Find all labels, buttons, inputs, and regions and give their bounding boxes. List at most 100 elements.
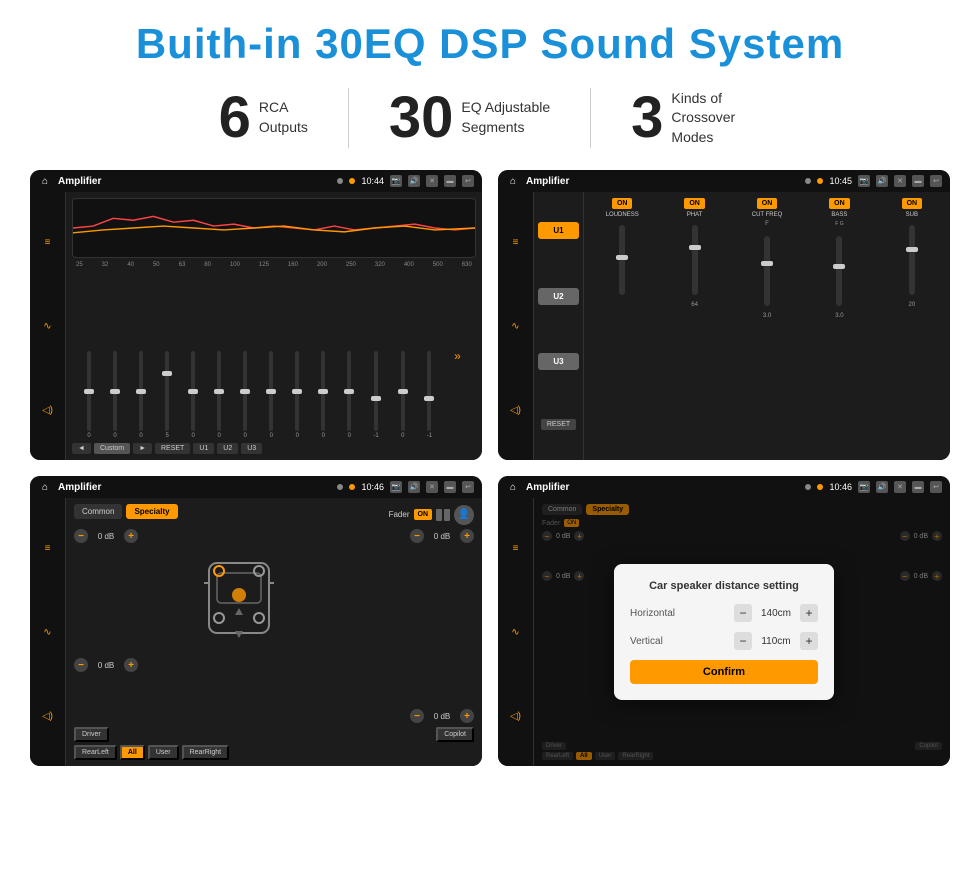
custom-preset-button[interactable]: Custom <box>94 443 130 454</box>
expand-icon[interactable]: » <box>454 349 461 363</box>
home-icon-3[interactable]: ⌂ <box>38 480 52 494</box>
horizontal-minus[interactable]: − <box>734 604 752 622</box>
speaker-icon-4[interactable]: ◁) <box>506 706 526 726</box>
rl-plus[interactable]: + <box>124 658 138 672</box>
freq-500: 500 <box>433 262 443 268</box>
speaker-icon[interactable]: ◁) <box>38 400 58 420</box>
cross-left: − 0 dB + <box>74 529 404 723</box>
speaker-icon-2[interactable]: ◁) <box>506 400 526 420</box>
eq-slider-11[interactable]: -1 <box>373 351 378 439</box>
screen-dialog-wrapper: ⌂ Amplifier 10:46 📷 🔊 ✕ ▬ ↩ ≡ ∿ ◁) <box>498 476 950 766</box>
cross-tabs: Common Specialty <box>74 504 178 519</box>
u2-button[interactable]: U2 <box>217 443 238 454</box>
driver-button[interactable]: Driver <box>74 727 109 742</box>
back-icon-3[interactable]: ↩ <box>462 481 474 493</box>
home-icon-1[interactable]: ⌂ <box>38 174 52 188</box>
wave-icon-3[interactable]: ∿ <box>38 622 58 642</box>
tab-common[interactable]: Common <box>74 504 122 519</box>
eq-icon-4[interactable]: ≡ <box>506 538 526 558</box>
wave-icon-2[interactable]: ∿ <box>506 316 526 336</box>
phat-on[interactable]: ON <box>684 198 705 209</box>
speaker-icon-3[interactable]: ◁) <box>38 706 58 726</box>
fr-plus[interactable]: + <box>460 529 474 543</box>
eq-slider-10[interactable]: 0 <box>347 351 351 439</box>
eq-slider-0[interactable]: 0 <box>87 351 91 439</box>
freq-50: 50 <box>153 262 160 268</box>
rear-left-row: − 0 dB + <box>74 658 404 672</box>
tab-specialty-bg: Specialty <box>586 504 629 515</box>
battery-icon-2: ▬ <box>912 175 924 187</box>
eq-slider-9[interactable]: 0 <box>321 351 325 439</box>
sub-on[interactable]: ON <box>902 198 923 209</box>
copilot-button[interactable]: Copilot <box>436 727 474 742</box>
fader-on[interactable]: ON <box>414 509 433 520</box>
wave-icon-4[interactable]: ∿ <box>506 622 526 642</box>
user-avatar[interactable]: 👤 <box>454 505 474 525</box>
rr-minus[interactable]: − <box>410 709 424 723</box>
freq-250: 250 <box>346 262 356 268</box>
eq-slider-6[interactable]: 0 <box>243 351 247 439</box>
all-button[interactable]: All <box>120 745 145 760</box>
vertical-minus[interactable]: − <box>734 632 752 650</box>
eq-controls: ◄ Custom ► RESET U1 U2 U3 <box>72 443 476 454</box>
rl-minus[interactable]: − <box>74 658 88 672</box>
rearleft-button[interactable]: RearLeft <box>74 745 117 760</box>
freq-630: 630 <box>462 262 472 268</box>
eq-slider-2[interactable]: 0 <box>139 351 143 439</box>
fl-plus[interactable]: + <box>124 529 138 543</box>
freq-40: 40 <box>127 262 134 268</box>
back-icon-4[interactable]: ↩ <box>930 481 942 493</box>
wave-icon[interactable]: ∿ <box>38 316 58 336</box>
confirm-button[interactable]: Confirm <box>630 660 818 684</box>
eq-slider-8[interactable]: 0 <box>295 351 299 439</box>
back-icon-1[interactable]: ↩ <box>462 175 474 187</box>
volume-icon-1: 🔊 <box>408 175 420 187</box>
freq-125: 125 <box>259 262 269 268</box>
play-button[interactable]: ► <box>133 443 152 454</box>
amp-presets: U1 U2 U3 RESET <box>534 192 584 460</box>
reset-button[interactable]: RESET <box>155 443 190 454</box>
amp-reset[interactable]: RESET <box>541 419 576 430</box>
home-icon-2[interactable]: ⌂ <box>506 174 520 188</box>
eq-slider-3[interactable]: 5 <box>165 351 169 439</box>
u3-button[interactable]: U3 <box>241 443 262 454</box>
eq-sliders-row: 0 0 0 5 <box>72 272 476 439</box>
vertical-plus[interactable]: + <box>800 632 818 650</box>
loudness-on[interactable]: ON <box>612 198 633 209</box>
amp-ch-cutfreq: ON CUT FREQ F 3.0 <box>733 198 801 454</box>
eq-slider-13[interactable]: -1 <box>427 351 432 439</box>
fr-minus[interactable]: − <box>410 529 424 543</box>
home-icon-4[interactable]: ⌂ <box>506 480 520 494</box>
u3-preset[interactable]: U3 <box>538 353 579 370</box>
horizontal-ctrl: − 140cm + <box>734 604 818 622</box>
eq-slider-4[interactable]: 0 <box>191 351 195 439</box>
freq-80: 80 <box>204 262 211 268</box>
cross-right: − 0 dB + − 0 dB + <box>410 529 474 723</box>
eq-slider-5[interactable]: 0 <box>217 351 221 439</box>
tab-specialty[interactable]: Specialty <box>126 504 177 519</box>
cutfreq-on[interactable]: ON <box>757 198 778 209</box>
u1-button[interactable]: U1 <box>193 443 214 454</box>
u1-preset[interactable]: U1 <box>538 222 579 239</box>
eq-icon-3[interactable]: ≡ <box>38 538 58 558</box>
eq-screen: ≡ ∿ ◁) 25 32 40 50 <box>30 192 482 460</box>
stat-number-crossover: 3 <box>631 89 663 147</box>
prev-preset-button[interactable]: ◄ <box>72 443 91 454</box>
eq-slider-1[interactable]: 0 <box>113 351 117 439</box>
eq-slider-12[interactable]: 0 <box>401 351 405 439</box>
eq-slider-7[interactable]: 0 <box>269 351 273 439</box>
bass-on[interactable]: ON <box>829 198 850 209</box>
fl-minus[interactable]: − <box>74 529 88 543</box>
bass-label: BASS <box>831 212 847 218</box>
eq-freq-labels: 25 32 40 50 63 80 100 125 160 200 250 32… <box>72 262 476 268</box>
back-icon-2[interactable]: ↩ <box>930 175 942 187</box>
rearright-button[interactable]: RearRight <box>182 745 230 760</box>
rr-plus[interactable]: + <box>460 709 474 723</box>
freq-400: 400 <box>404 262 414 268</box>
u2-preset[interactable]: U2 <box>538 288 579 305</box>
user-button[interactable]: User <box>148 745 179 760</box>
eq-icon-2[interactable]: ≡ <box>506 232 526 252</box>
amp-channels: ON LOUDNESS ON PHAT 64 ON CUT FREQ F <box>584 192 950 460</box>
eq-icon[interactable]: ≡ <box>38 232 58 252</box>
horizontal-plus[interactable]: + <box>800 604 818 622</box>
